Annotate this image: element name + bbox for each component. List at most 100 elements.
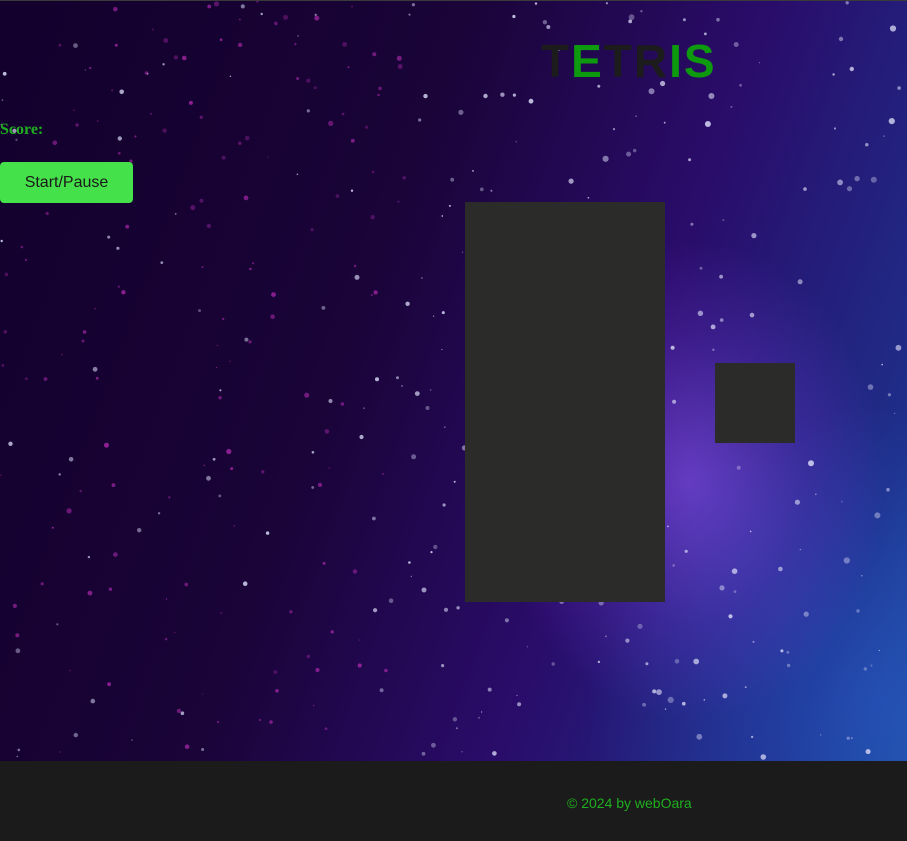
star [397, 200, 400, 203]
star [441, 215, 444, 217]
star [335, 194, 340, 198]
star [730, 105, 733, 108]
star [351, 5, 354, 8]
star [108, 587, 113, 591]
star [794, 499, 801, 505]
star [733, 590, 737, 593]
star [408, 561, 411, 564]
star [712, 348, 715, 351]
star [324, 727, 328, 730]
star [322, 561, 326, 565]
star [321, 306, 326, 310]
star [330, 630, 334, 634]
star [260, 12, 263, 16]
star [893, 412, 896, 415]
star [656, 689, 662, 695]
star [87, 555, 91, 559]
star [749, 312, 755, 318]
star [328, 467, 330, 470]
star [182, 55, 187, 61]
star [841, 500, 843, 503]
star [372, 516, 376, 521]
star [198, 309, 201, 313]
star [381, 472, 384, 476]
star [674, 659, 680, 664]
star [92, 366, 98, 372]
star [3, 330, 7, 334]
star [199, 198, 204, 203]
star [411, 454, 417, 460]
star [40, 582, 44, 586]
star [888, 118, 895, 125]
star [226, 448, 232, 455]
star [233, 525, 236, 527]
footer: © 2024 by webOara [0, 761, 907, 841]
star [455, 727, 458, 730]
star [418, 118, 422, 122]
star [239, 18, 241, 21]
star [90, 698, 96, 704]
star [803, 187, 807, 191]
star [719, 274, 723, 279]
star [551, 662, 555, 666]
star [121, 290, 126, 295]
star [87, 590, 93, 596]
game-title: TETRIS [541, 33, 717, 89]
star [710, 324, 716, 330]
star [248, 340, 252, 344]
star [340, 402, 345, 406]
star [425, 406, 430, 410]
star [682, 18, 686, 22]
star [410, 575, 412, 578]
star [45, 211, 49, 216]
star [160, 261, 164, 264]
star [271, 292, 276, 297]
game-board[interactable] [465, 202, 665, 602]
star [219, 389, 222, 392]
star [222, 317, 225, 321]
star [16, 755, 18, 758]
star [411, 3, 415, 7]
star [870, 664, 873, 667]
star [311, 486, 315, 489]
star [626, 151, 632, 157]
star [66, 508, 72, 514]
star [693, 658, 700, 665]
star [849, 66, 854, 72]
star [863, 667, 867, 671]
star [137, 528, 142, 533]
star [895, 344, 902, 351]
star [889, 25, 897, 32]
star [61, 353, 63, 356]
star [602, 155, 609, 162]
star [261, 470, 265, 474]
star [296, 173, 299, 176]
star [242, 581, 248, 586]
star [201, 748, 205, 751]
star [350, 138, 355, 143]
star [296, 77, 299, 80]
star [219, 38, 223, 41]
star [504, 618, 509, 623]
star [421, 751, 426, 756]
star [637, 623, 643, 629]
star [68, 457, 74, 462]
star [690, 222, 694, 226]
star [444, 426, 446, 429]
start-pause-button[interactable]: Start/Pause [0, 162, 133, 203]
star [797, 279, 803, 285]
star [244, 135, 250, 141]
star [357, 663, 362, 668]
star [688, 158, 692, 162]
star [370, 215, 375, 220]
star [448, 204, 451, 207]
star [162, 128, 167, 133]
star [249, 267, 252, 271]
star [311, 451, 315, 454]
star [213, 1, 220, 7]
star [104, 442, 109, 448]
star [597, 660, 601, 664]
star [8, 441, 13, 446]
star [377, 93, 380, 97]
star [628, 19, 633, 24]
